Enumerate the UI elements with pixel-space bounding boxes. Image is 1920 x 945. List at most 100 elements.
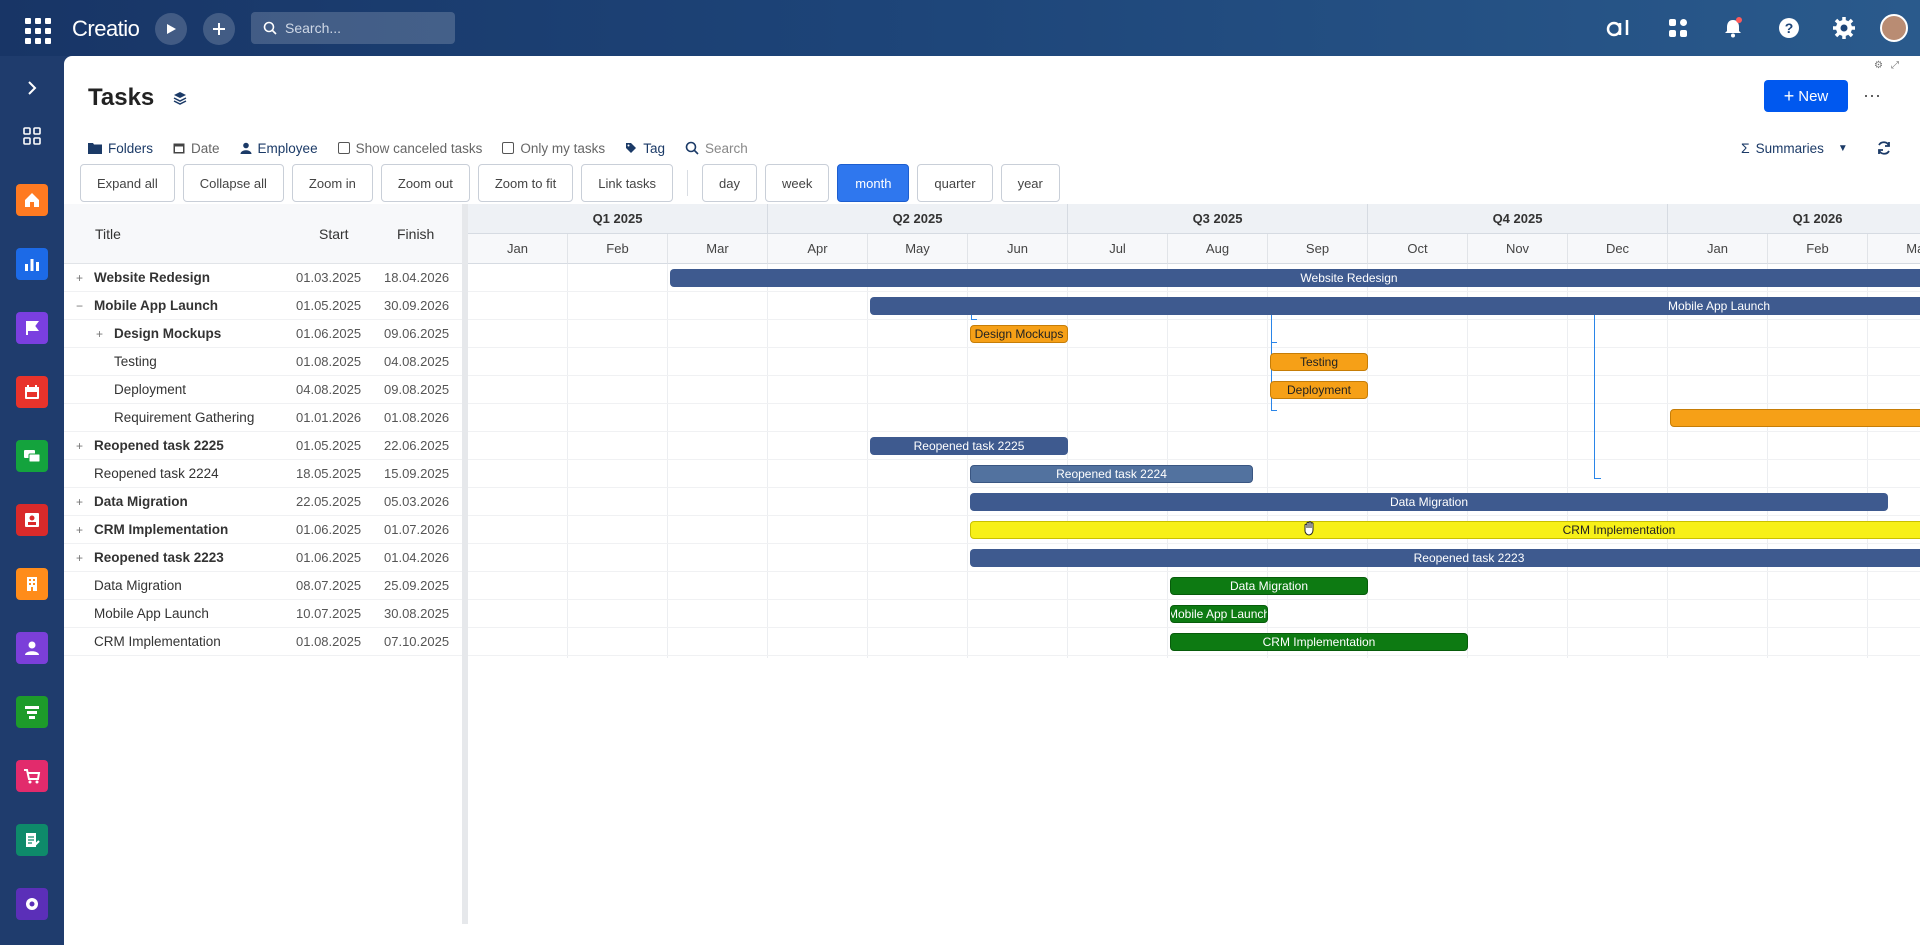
table-row[interactable]: Reopened task 2224 18.05.2025 15.09.2025	[64, 460, 464, 488]
table-row[interactable]: Deployment 04.08.2025 09.08.2025	[64, 376, 464, 404]
zoom-out-button[interactable]: Zoom out	[380, 164, 470, 202]
sidebar-item-campaigns[interactable]	[16, 312, 48, 344]
collapse-icon[interactable]: −	[76, 299, 86, 313]
app-launcher-icon[interactable]	[18, 14, 52, 44]
sidebar-item-funnel[interactable]	[16, 696, 48, 728]
date-filter[interactable]: Date	[173, 141, 220, 156]
folders-filter[interactable]: Folders	[88, 141, 153, 156]
gantt-task-bar[interactable]: Reopened task 2224	[970, 465, 1253, 483]
scale-year-button[interactable]: year	[1000, 164, 1060, 202]
table-row[interactable]: + Website Redesign 01.03.2025 18.04.2026	[64, 264, 464, 292]
help-icon[interactable]: ?	[1775, 14, 1803, 42]
scale-week-button[interactable]: week	[765, 164, 830, 202]
gantt-task-bar[interactable]: CRM Implementation	[1170, 633, 1468, 651]
sidebar-item-contacts[interactable]	[16, 504, 48, 536]
timeline-row-line	[468, 375, 1920, 376]
settings-icon[interactable]	[1830, 14, 1858, 42]
table-row[interactable]: + Design Mockups 01.06.2025 09.06.2025	[64, 320, 464, 348]
zoom-in-button[interactable]: Zoom in	[291, 164, 373, 202]
link-tasks-button[interactable]: Link tasks	[581, 164, 674, 202]
gantt-task-bar[interactable]: CRM Implementation	[970, 521, 1920, 539]
gantt-task-bar[interactable]: Testing	[1270, 353, 1368, 371]
employee-filter[interactable]: Employee	[240, 141, 318, 156]
apps-icon[interactable]	[1664, 14, 1692, 42]
table-row[interactable]: + Reopened task 2223 01.06.2025 01.04.2026	[64, 544, 464, 572]
only-my-tasks-checkbox[interactable]: Only my tasks	[502, 141, 605, 156]
sidebar-item-employees[interactable]	[16, 632, 48, 664]
expand-icon[interactable]: ⤢	[1891, 60, 1899, 71]
sidebar-item-home[interactable]	[16, 184, 48, 216]
play-button[interactable]	[155, 13, 187, 45]
gantt-task-bar[interactable]: Mobile App Launch	[870, 297, 1920, 315]
more-options-button[interactable]: ⋯	[1860, 84, 1884, 108]
row-finish-date: 01.08.2026	[384, 410, 450, 425]
new-button[interactable]: + New	[1764, 80, 1848, 112]
sidebar-item-workplaces[interactable]	[16, 120, 48, 152]
gear-icon[interactable]: ⚙	[1874, 60, 1883, 71]
plus-icon: +	[1783, 85, 1795, 106]
gantt-task-bar[interactable]: Deployment	[1270, 381, 1368, 399]
column-header-finish[interactable]: Finish	[397, 226, 434, 242]
timeline-month-header: Aug	[1168, 234, 1268, 264]
scale-month-button[interactable]: month	[837, 164, 910, 202]
row-title: Data Migration	[94, 578, 182, 593]
timeline-quarter-header: Q3 2025	[1068, 204, 1368, 234]
gantt-task-bar[interactable]: Data Migration	[970, 493, 1888, 511]
table-row[interactable]: Testing 01.08.2025 04.08.2025	[64, 348, 464, 376]
table-row[interactable]: Requirement Gathering 01.01.2026 01.08.202…	[64, 404, 464, 432]
add-button[interactable]	[203, 13, 235, 45]
table-row[interactable]: − Mobile App Launch 01.05.2025 30.09.2026	[64, 292, 464, 320]
gantt-task-bar[interactable]: Mobile App Launch	[1170, 605, 1268, 623]
timeline-month-header: Oct	[1368, 234, 1468, 264]
gantt-task-bar[interactable]: Design Mockups	[970, 325, 1068, 343]
chevron-right-icon	[28, 81, 37, 95]
expand-icon[interactable]: +	[76, 271, 86, 285]
row-start-date: 01.03.2025	[296, 270, 362, 285]
column-header-title[interactable]: Title	[95, 226, 121, 242]
column-header-start[interactable]: Start	[319, 226, 349, 242]
sidebar-item-feed[interactable]	[16, 440, 48, 472]
user-avatar[interactable]	[1880, 14, 1908, 42]
scale-quarter-button[interactable]: quarter	[917, 164, 993, 202]
gantt-task-bar[interactable]	[1670, 409, 1920, 427]
search-filter-input[interactable]: Search	[685, 141, 748, 156]
gantt-task-bar[interactable]: Website Redesign	[670, 269, 1920, 287]
expand-all-button[interactable]: Expand all	[80, 164, 175, 202]
table-row[interactable]: + Data Migration 22.05.2025 05.03.2026	[64, 488, 464, 516]
zoom-to-fit-button[interactable]: Zoom to fit	[477, 164, 574, 202]
notifications-icon[interactable]	[1719, 14, 1747, 42]
expand-icon[interactable]: +	[76, 551, 86, 565]
expand-icon[interactable]: +	[96, 327, 106, 341]
expand-icon[interactable]: +	[76, 439, 86, 453]
global-search-input[interactable]: Search...	[251, 12, 455, 44]
sidebar-expand-button[interactable]	[16, 72, 48, 104]
show-canceled-checkbox[interactable]: Show canceled tasks	[337, 141, 482, 156]
row-start-date: 22.05.2025	[296, 494, 362, 509]
tag-filter[interactable]: Tag	[625, 141, 665, 156]
refresh-button[interactable]	[1872, 136, 1896, 160]
summaries-dropdown[interactable]: Σ Summaries ▼	[1741, 134, 1848, 162]
sidebar-item-documents[interactable]	[16, 824, 48, 856]
app-logo[interactable]: Creatio	[72, 16, 140, 42]
scale-day-button[interactable]: day	[702, 164, 758, 202]
sidebar-item-orders[interactable]	[16, 760, 48, 792]
contact-card-icon	[25, 513, 39, 527]
table-row[interactable]: + Reopened task 2225 01.05.2025 22.06.2025	[64, 432, 464, 460]
gantt-task-bar[interactable]: Data Migration	[1170, 577, 1368, 595]
table-row[interactable]: + CRM Implementation 01.06.2025 01.07.2026	[64, 516, 464, 544]
sidebar-item-accounts[interactable]	[16, 568, 48, 600]
timeline-quarter-header: Q1 2025	[468, 204, 768, 234]
expand-icon[interactable]: +	[76, 495, 86, 509]
layers-icon[interactable]	[172, 90, 188, 106]
gantt-task-bar[interactable]: Reopened task 2225	[870, 437, 1068, 455]
table-row[interactable]: CRM Implementation 01.08.2025 07.10.2025	[64, 628, 464, 656]
gantt-task-bar[interactable]: Reopened task 2223	[970, 549, 1920, 567]
sidebar-item-system[interactable]	[16, 888, 48, 920]
collapse-all-button[interactable]: Collapse all	[182, 164, 284, 202]
ai-icon[interactable]	[1606, 14, 1634, 42]
sidebar-item-calendar[interactable]	[16, 376, 48, 408]
sidebar-item-dashboards[interactable]	[16, 248, 48, 280]
expand-icon[interactable]: +	[76, 523, 86, 537]
table-row[interactable]: Mobile App Launch 10.07.2025 30.08.2025	[64, 600, 464, 628]
table-row[interactable]: Data Migration 08.07.2025 25.09.2025	[64, 572, 464, 600]
